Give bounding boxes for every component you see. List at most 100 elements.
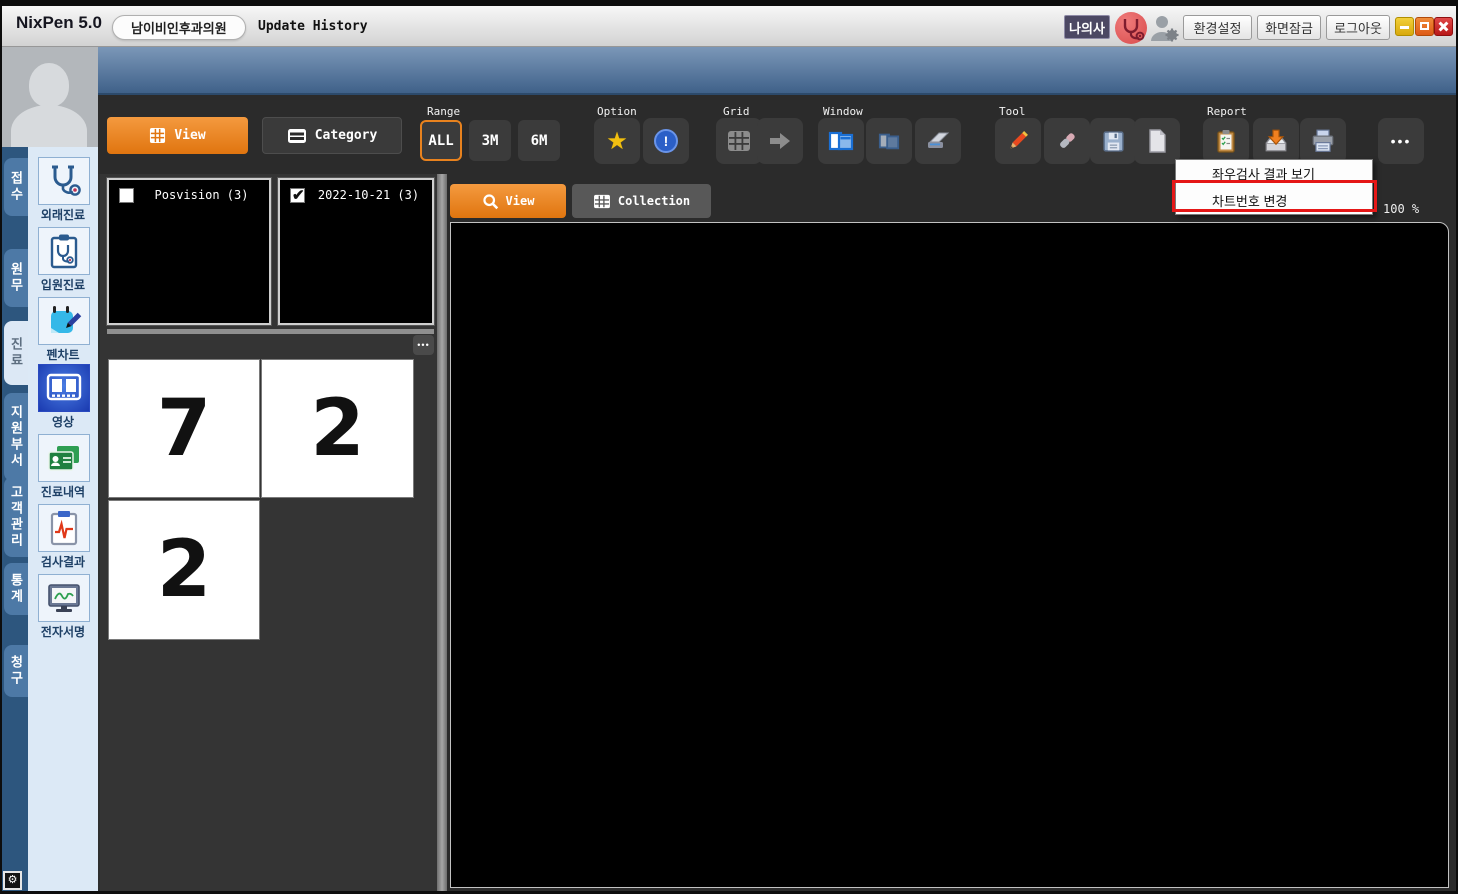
test-result-clipboard-icon <box>44 508 84 548</box>
category-mode-button[interactable]: Category <box>262 117 402 154</box>
avatar-body <box>11 105 87 147</box>
view-mode-button[interactable]: View <box>107 117 248 154</box>
sidebar-item-imaging-label: 영상 <box>28 413 98 430</box>
viewer-tab-collection[interactable]: Collection <box>572 184 711 218</box>
patient-photo-placeholder <box>0 47 98 147</box>
windows-icon <box>828 129 854 153</box>
ellipsis-icon: ••• <box>1391 133 1412 149</box>
sidebar-tab-treatment[interactable]: 진료 <box>4 321 28 385</box>
close-button[interactable] <box>1434 17 1453 36</box>
new-page-button[interactable] <box>1134 118 1180 164</box>
blank-page-icon <box>1145 128 1169 154</box>
report-view-button[interactable] <box>1203 118 1249 164</box>
stethoscope-glyph <box>1115 12 1147 44</box>
settings-button[interactable]: 환경설정 <box>1183 15 1252 40</box>
sidebar-tab-billing[interactable]: 청구 <box>4 645 28 697</box>
report-save-button[interactable] <box>1253 118 1299 164</box>
sidebar-item-penchart[interactable] <box>38 297 90 345</box>
sidebar-item-inpatient[interactable] <box>38 227 90 275</box>
sidebar-item-test-results-label: 검사결과 <box>28 553 98 570</box>
apply-grid-button[interactable] <box>757 118 803 164</box>
study-group-posvision[interactable]: Posvision (3) <box>107 178 271 325</box>
important-button[interactable]: ! <box>643 118 689 164</box>
range-6m-button[interactable]: 6M <box>518 120 560 161</box>
floppy-disk-icon <box>1101 129 1126 154</box>
scanner-button[interactable] <box>915 118 961 164</box>
image-canvas[interactable] <box>450 222 1449 888</box>
report-section-label: Report <box>1207 105 1247 118</box>
sidebar-item-treatment-history-label: 진료내역 <box>28 483 98 500</box>
update-history-link[interactable]: Update History <box>258 19 368 34</box>
sidebar-tab-customer-mgmt[interactable]: 고객관리 <box>4 477 28 557</box>
favorite-button[interactable]: ★ <box>594 118 640 164</box>
minimize-button[interactable] <box>1395 17 1414 36</box>
window-cascade-button[interactable] <box>818 118 864 164</box>
sidebar-tab-statistics[interactable]: 통계 <box>4 563 28 615</box>
sidebar-item-esignature[interactable] <box>38 574 90 622</box>
viewer-tab-collection-label: Collection <box>618 194 690 208</box>
range-3m-button[interactable]: 3M <box>469 120 511 161</box>
sidebar-item-esignature-label: 전자서명 <box>28 623 98 640</box>
corner-settings-button[interactable]: ⚙ <box>3 871 22 890</box>
patient-bar: 차트번호 160 환자이름 일육공 M/38 (1984.07.12) 실행 내… <box>98 47 1458 95</box>
doctor-stethoscope-icon[interactable] <box>1115 12 1147 44</box>
title-bar: NixPen 5.0 남이비인후과의원 Update History 나의사 환… <box>0 0 1458 47</box>
printer-icon <box>1310 128 1336 154</box>
eraser-tool-button[interactable] <box>1044 118 1090 164</box>
avatar <box>29 63 69 107</box>
id-cards-icon <box>44 438 84 478</box>
logout-button[interactable]: 로그아웃 <box>1326 15 1390 40</box>
sidebar-item-treatment-history[interactable] <box>38 434 90 482</box>
grid-section-label: Grid <box>723 105 750 118</box>
study-group-date[interactable]: 2022-10-21 (3) <box>278 178 434 325</box>
range-all-button[interactable]: ALL <box>420 120 462 161</box>
screen-lock-button[interactable]: 화면잠금 <box>1257 15 1321 40</box>
sidebar-tab-administration[interactable]: 원무 <box>4 249 28 307</box>
category-mode-label: Category <box>315 128 378 143</box>
thumbnail-more-button[interactable]: ••• <box>413 335 434 355</box>
clinic-name-badge[interactable]: 남이비인후과의원 <box>112 15 246 40</box>
thumbnail-3[interactable]: 2 <box>108 500 260 640</box>
window-tile-button[interactable] <box>866 118 912 164</box>
context-menu-item-lr-results[interactable]: 좌우검사 결과 보기 <box>1176 160 1372 187</box>
report-context-menu: 좌우검사 결과 보기 차트번호 변경 <box>1175 159 1373 215</box>
sidebar-tab-support-dept[interactable]: 지원부서 <box>4 393 28 481</box>
maximize-icon <box>1420 22 1429 30</box>
viewer-tab-view[interactable]: View <box>450 184 566 218</box>
sidebar-item-inpatient-label: 입원진료 <box>28 276 98 293</box>
panel-splitter[interactable] <box>437 174 447 894</box>
sidebar-item-imaging[interactable] <box>38 364 90 412</box>
scanner-icon <box>924 129 952 153</box>
gear-icon: ⚙ <box>8 874 18 886</box>
sidebar-item-test-results[interactable] <box>38 504 90 552</box>
thumbnail-1[interactable]: 7 <box>108 359 260 498</box>
app-title: NixPen 5.0 <box>16 13 102 33</box>
person-gear-glyph <box>1149 13 1179 43</box>
maximize-button[interactable] <box>1415 17 1434 36</box>
minimize-icon <box>1400 26 1409 29</box>
thumbnail-2[interactable]: 2 <box>261 359 414 498</box>
collection-grid-icon <box>593 194 611 209</box>
pencil-icon <box>1005 128 1031 154</box>
save-tool-button[interactable] <box>1090 118 1136 164</box>
more-tools-button[interactable]: ••• <box>1378 118 1424 164</box>
context-menu-item-change-chart-no[interactable]: 차트번호 변경 <box>1176 187 1372 214</box>
sidebar-item-outpatient-label: 외래진료 <box>28 206 98 223</box>
date-group-checkbox[interactable] <box>290 188 305 203</box>
grid-icon <box>149 127 166 144</box>
sidebar-tab-reception[interactable]: 접수 <box>4 158 28 216</box>
view-mode-label: View <box>174 128 205 143</box>
arrow-right-icon <box>768 131 792 151</box>
print-button[interactable] <box>1300 118 1346 164</box>
category-list-icon <box>287 128 307 144</box>
stethoscope-icon <box>44 161 84 201</box>
pen-tool-button[interactable] <box>995 118 1041 164</box>
sidebar-item-outpatient[interactable] <box>38 157 90 205</box>
close-icon <box>1435 18 1452 35</box>
posvision-checkbox[interactable] <box>119 188 134 203</box>
user-badge[interactable]: 나의사 <box>1064 15 1110 39</box>
user-settings-icon[interactable] <box>1149 13 1179 43</box>
signature-monitor-icon <box>44 578 84 618</box>
grid-layout-button[interactable] <box>716 118 762 164</box>
ellipsis-icon: ••• <box>417 340 429 350</box>
